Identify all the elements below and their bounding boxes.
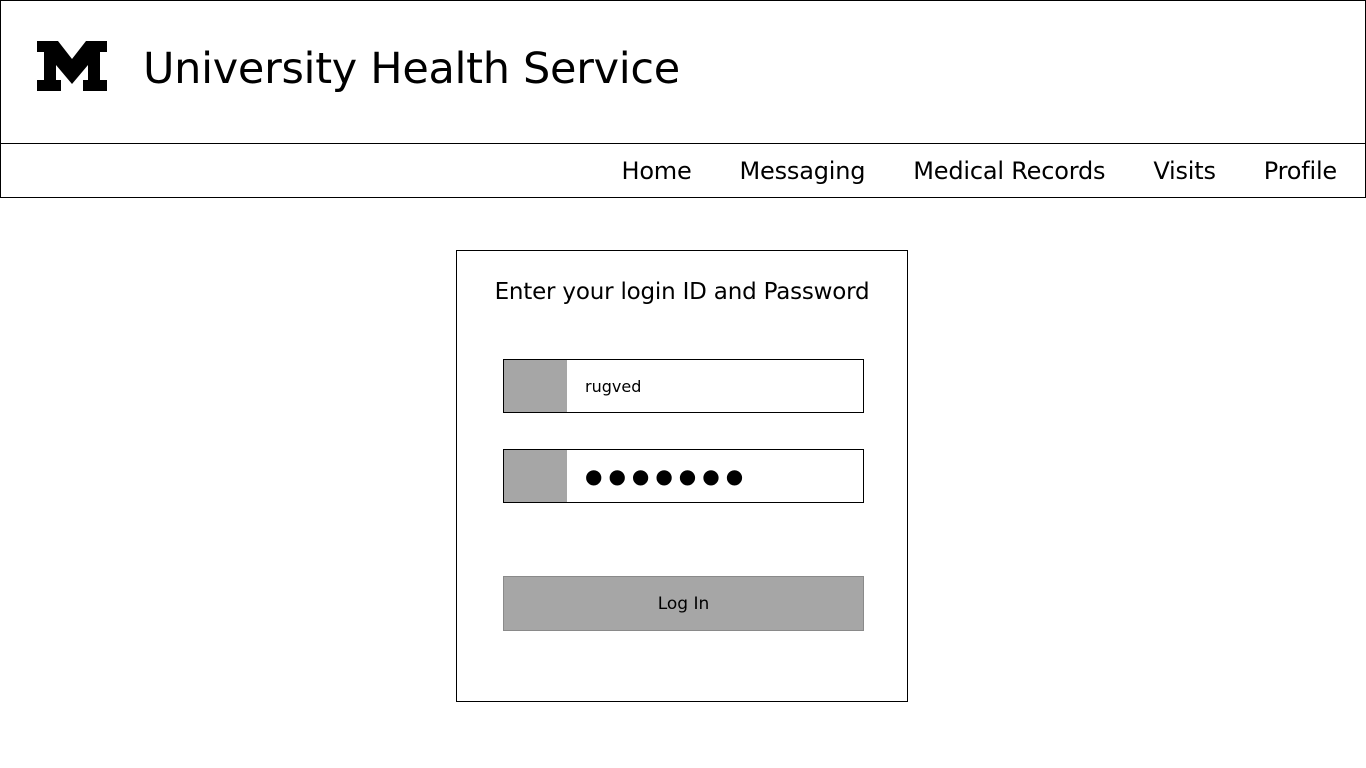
top-navbar: Home Messaging Medical Records Visits Pr…: [0, 143, 1366, 198]
nav-item-profile[interactable]: Profile: [1264, 157, 1337, 185]
nav-item-medical-records[interactable]: Medical Records: [913, 157, 1105, 185]
nav-menu: Home Messaging Medical Records Visits Pr…: [621, 144, 1337, 197]
login-panel: Enter your login ID and Password rugved …: [456, 250, 908, 702]
nav-item-visits[interactable]: Visits: [1153, 157, 1216, 185]
login-heading: Enter your login ID and Password: [494, 279, 870, 305]
block-m-logo-icon[interactable]: [36, 40, 108, 92]
username-input[interactable]: rugved: [567, 360, 863, 412]
site-title: University Health Service: [143, 44, 680, 94]
password-input[interactable]: ●●●●●●●: [567, 450, 863, 502]
username-field[interactable]: rugved: [503, 359, 864, 413]
login-button[interactable]: Log In: [503, 576, 864, 631]
page: University Health Service Home Messaging…: [0, 0, 1366, 768]
nav-item-messaging[interactable]: Messaging: [740, 157, 866, 185]
password-field[interactable]: ●●●●●●●: [503, 449, 864, 503]
nav-item-home[interactable]: Home: [621, 157, 691, 185]
lock-icon: [504, 450, 567, 502]
site-header: University Health Service: [0, 0, 1366, 145]
password-masked-value: ●●●●●●●: [585, 464, 750, 488]
user-icon: [504, 360, 567, 412]
